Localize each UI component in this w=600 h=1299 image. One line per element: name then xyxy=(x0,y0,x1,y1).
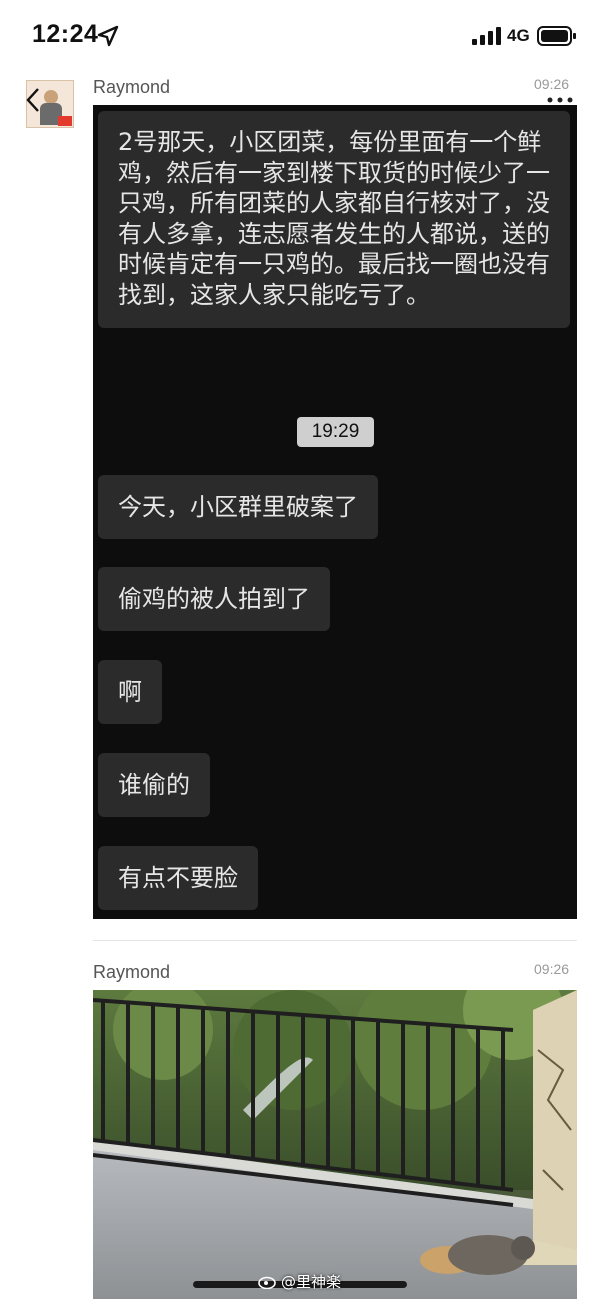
chat-time-chip: 19:29 xyxy=(297,417,374,447)
status-time: 12:24 xyxy=(32,20,99,48)
fence-scene-illustration xyxy=(93,990,577,1299)
message-bubble-2: 今天，小区群里破案了 xyxy=(98,475,378,539)
post2-username[interactable]: Raymond xyxy=(93,962,170,983)
status-bar: 12:24 4G xyxy=(0,0,600,70)
signal-icon xyxy=(472,27,501,45)
watermark-text: @里神楽 xyxy=(281,1273,342,1291)
location-arrow-icon xyxy=(97,25,119,47)
message-bubble-3: 偷鸡的被人拍到了 xyxy=(98,567,330,631)
network-label: 4G xyxy=(507,26,530,45)
more-options-icon[interactable] xyxy=(546,96,574,104)
back-chevron-icon[interactable] xyxy=(24,86,44,114)
post2-time: 09:26 xyxy=(534,961,570,977)
message-bubble-5: 谁偷的 xyxy=(98,753,210,817)
post-divider xyxy=(93,940,577,941)
flag-icon xyxy=(58,116,72,126)
battery-icon xyxy=(537,26,576,46)
message-bubble-4: 啊 xyxy=(98,660,162,724)
avatar-head xyxy=(44,90,58,104)
message-bubble-6: 有点不要脸 xyxy=(98,846,258,910)
chat-screenshot[interactable]: 2号那天，小区团菜，每份里面有一个鲜鸡，然后有一家到楼下取货的时候少了一只鸡，所… xyxy=(93,105,577,919)
post2-photo[interactable] xyxy=(93,990,577,1299)
post1-username[interactable]: Raymond xyxy=(93,77,170,98)
post1-time: 09:26 xyxy=(534,76,570,92)
message-bubble-1: 2号那天，小区团菜，每份里面有一个鲜鸡，然后有一家到楼下取货的时候少了一只鸡，所… xyxy=(98,111,570,328)
weibo-icon xyxy=(258,1276,276,1289)
